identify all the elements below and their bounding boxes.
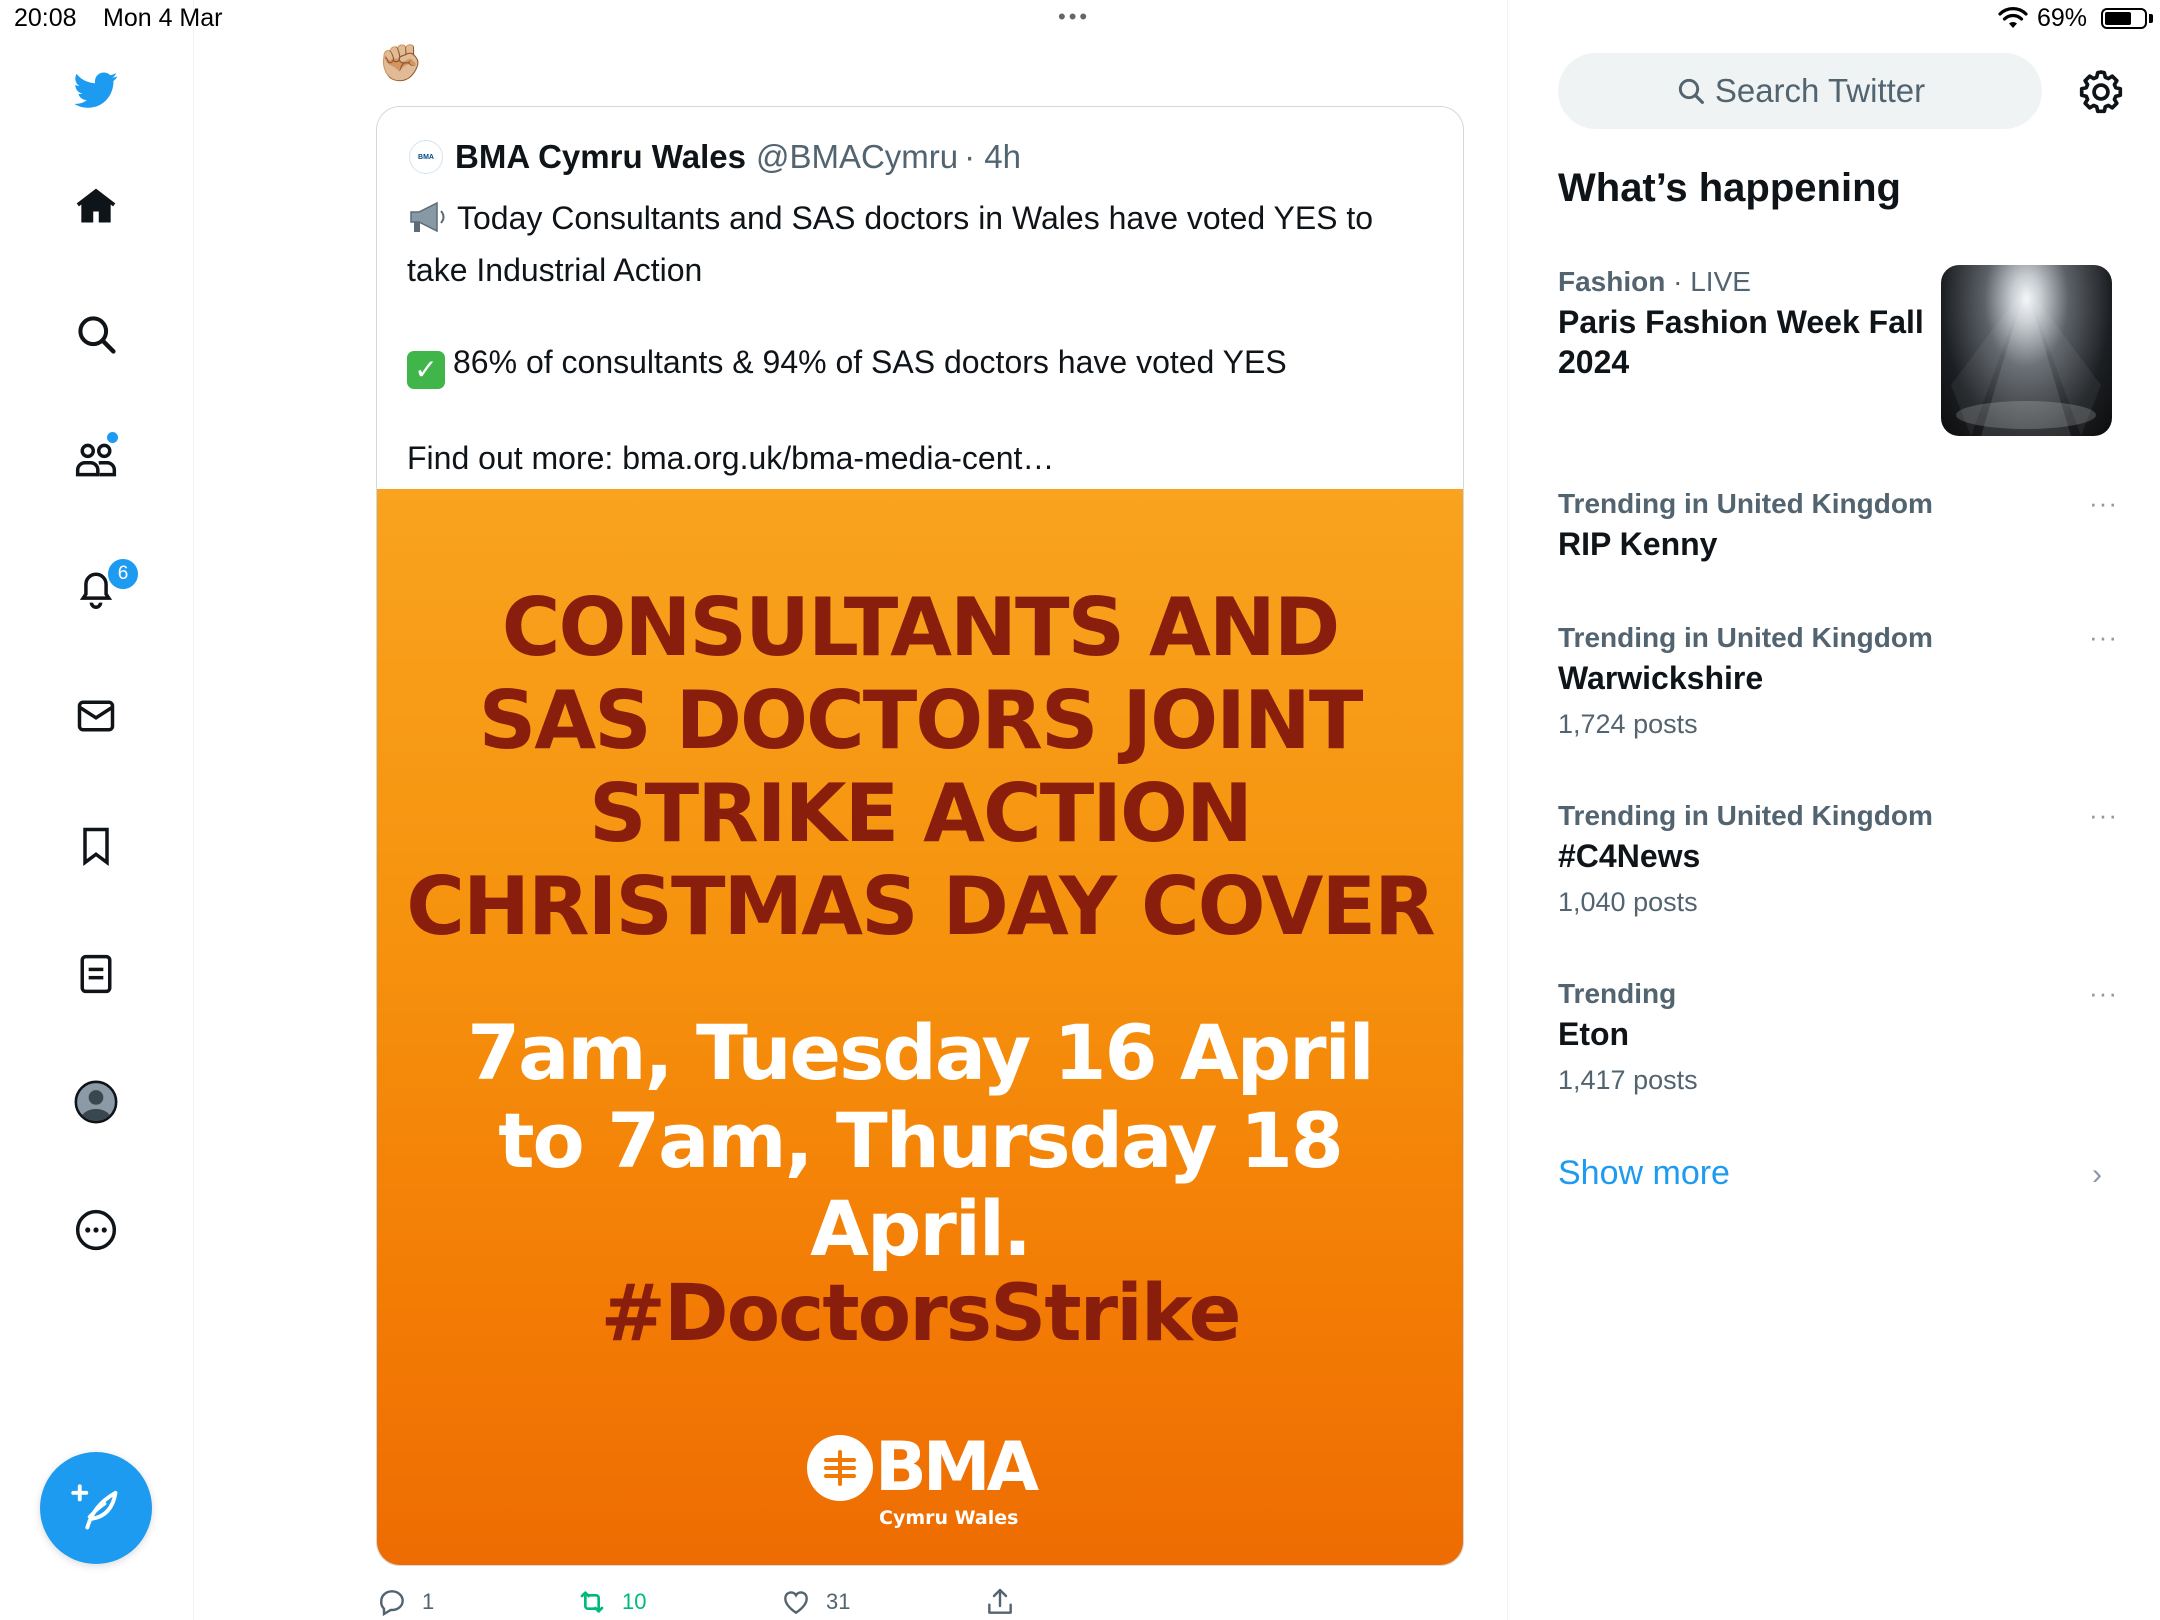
retweet-button[interactable]: 10 [576, 1586, 646, 1618]
trend-category: Trending in United Kingdom [1558, 488, 1933, 519]
trend-post-count: 1,417 posts [1558, 1065, 1698, 1095]
twitter-logo-icon[interactable] [68, 62, 124, 118]
retweet-icon [580, 1591, 604, 1613]
poster-headline-line: SAS DOCTORS JOINT [478, 674, 1364, 767]
trend-name: Warwickshire [1558, 660, 1764, 696]
strike-poster-image[interactable]: CONSULTANTS AND SAS DOCTORS JOINT STRIKE… [377, 489, 1463, 1565]
check-mark-icon: ✓ [407, 351, 445, 389]
poster-headline-line: STRIKE ACTION [589, 767, 1253, 860]
tweet-emoji: ✊🏼 [378, 42, 423, 83]
share-button[interactable] [984, 1586, 1030, 1618]
compose-tweet-button[interactable] [40, 1452, 152, 1564]
poster-headline: CONSULTANTS AND SAS DOCTORS JOINT STRIKE… [377, 581, 1463, 953]
poster-date-line: to 7am, Thursday 18 April. [498, 1096, 1344, 1273]
trend-item[interactable]: Trending Eton 1,417 posts ··· [1558, 974, 2118, 1100]
trend-name: Eton [1558, 1016, 1630, 1052]
trend-live: · LIVE [1665, 266, 1751, 297]
right-sidebar: Search Twitter What’s happening Fashion … [1507, 0, 2160, 1620]
search-icon[interactable] [68, 306, 124, 362]
quoted-tweet[interactable]: BMA BMA Cymru Wales @BMACymru · 4h Today… [376, 106, 1464, 1566]
tweet-line-1: Today Consultants and SAS doctors in Wal… [407, 200, 1374, 288]
bma-avatar[interactable]: BMA [409, 140, 443, 174]
retweet-count: 10 [622, 1589, 647, 1614]
battery-icon [2101, 8, 2147, 29]
fashion-week-thumbnail[interactable] [1941, 265, 2112, 436]
poster-headline-line: CHRISTMAS DAY COVER [406, 860, 1435, 953]
trend-more-icon[interactable]: ··· [2089, 622, 2118, 653]
reply-count: 1 [422, 1589, 435, 1614]
poster-date-line: 7am, Tuesday 16 April [467, 1008, 1374, 1097]
poster-headline-line: CONSULTANTS AND [501, 581, 1341, 674]
whats-happening-title: What’s happening [1558, 166, 1901, 210]
battery-fill [2105, 12, 2132, 25]
feather-plus-icon [71, 1484, 118, 1530]
notifications-badge: 6 [106, 557, 140, 591]
trend-category: Fashion [1558, 266, 1666, 297]
trend-category: Trending in United Kingdom [1558, 622, 1933, 653]
trend-category: Trending in United Kingdom [1558, 800, 1933, 831]
battery-nub [2149, 14, 2153, 23]
account-name[interactable]: BMA Cymru Wales [455, 138, 746, 176]
poster-hashtag: #DoctorsStrike [600, 1269, 1241, 1359]
communities-dot [105, 430, 120, 445]
trend-name: RIP Kenny [1558, 526, 1718, 562]
tweet-link[interactable]: Find out more: bma.org.uk/bma-media-cent… [407, 440, 1054, 476]
settings-gear-icon[interactable] [2075, 66, 2127, 118]
status-bar: 20:08 Mon 4 Mar ••• 69% [0, 0, 2160, 40]
like-button[interactable]: 31 [780, 1586, 850, 1618]
left-nav: 6 [0, 0, 194, 1620]
lists-icon[interactable] [68, 946, 124, 1002]
trend-more-icon[interactable]: ··· [2089, 800, 2118, 831]
reply-icon [380, 1590, 404, 1617]
tweet-actions: 1 10 31 [376, 1586, 1462, 1620]
search-field[interactable]: Search Twitter [1558, 53, 2042, 129]
share-icon [988, 1588, 1012, 1614]
reply-button[interactable]: 1 [376, 1586, 434, 1618]
battery-percent: 69% [2037, 4, 2088, 32]
profile-icon[interactable] [68, 1074, 124, 1130]
poster-dates: 7am, Tuesday 16 April to 7am, Thursday 1… [377, 1009, 1463, 1273]
trend-name: #C4News [1558, 838, 1701, 874]
trend-name: Paris Fashion Week Fall 2024 [1558, 304, 1924, 380]
trend-post-count: 1,724 posts [1558, 709, 1698, 739]
tweet-time: · 4h [964, 138, 1022, 175]
trend-item[interactable]: Trending in United Kingdom Warwickshire … [1558, 618, 2118, 744]
status-date: Mon 4 Mar [103, 4, 223, 32]
trend-item[interactable]: Trending in United Kingdom RIP Kenny ··· [1558, 484, 2118, 564]
heart-icon [784, 1591, 808, 1615]
messages-icon[interactable] [68, 688, 124, 744]
status-time: 20:08 [14, 4, 77, 32]
more-icon[interactable] [68, 1202, 124, 1258]
bookmarks-icon[interactable] [68, 818, 124, 874]
trend-more-icon[interactable]: ··· [2089, 488, 2118, 519]
trend-post-count: 1,040 posts [1558, 887, 1698, 917]
bma-logo-word: BMA [875, 1428, 1039, 1507]
show-more-link[interactable]: Show more [1558, 1154, 1730, 1193]
tweet-line-2: 86% of consultants & 94% of SAS doctors … [453, 344, 1287, 380]
megaphone-icon [407, 199, 449, 247]
chevron-right-icon: › [2092, 1158, 2102, 1191]
trend-item[interactable]: Fashion · LIVE Paris Fashion Week Fall 2… [1558, 262, 1938, 382]
quoted-tweet-header: BMA BMA Cymru Wales @BMACymru · 4h [409, 137, 1021, 177]
multitask-dots[interactable]: ••• [1058, 4, 1090, 30]
trend-more-icon[interactable]: ··· [2089, 978, 2118, 1009]
like-count: 31 [826, 1589, 851, 1614]
account-handle: @BMACymru [755, 138, 959, 175]
bma-emblem-icon [807, 1435, 873, 1501]
wifi-icon [1998, 6, 2028, 35]
bma-logo: BMA Cymru Wales [807, 1427, 1047, 1529]
home-icon[interactable] [68, 178, 124, 234]
bma-logo-sub: Cymru Wales [879, 1507, 1019, 1529]
search-icon [1678, 78, 1704, 104]
search-placeholder: Search Twitter [1714, 72, 1926, 109]
quoted-tweet-text: Today Consultants and SAS doctors in Wal… [407, 195, 1437, 481]
trend-category: Trending [1558, 978, 1677, 1009]
trend-item[interactable]: Trending in United Kingdom #C4News 1,040… [1558, 796, 2118, 922]
